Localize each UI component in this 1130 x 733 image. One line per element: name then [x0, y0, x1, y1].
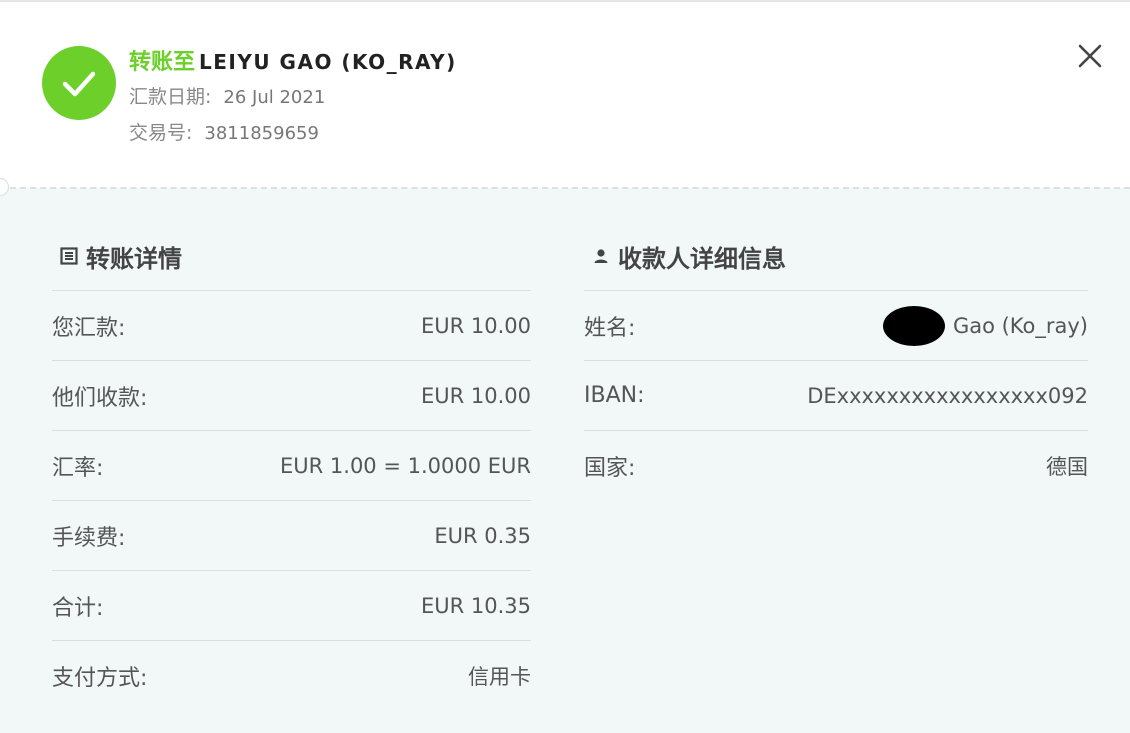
detail-row-total: 合计: EUR 10.35 [52, 571, 531, 641]
row-label: 国家: [584, 455, 636, 481]
row-label: IBAN: [584, 383, 645, 408]
recipient-row-country: 国家: 德国 [584, 431, 1088, 500]
row-label: 汇率: [52, 455, 104, 481]
redaction-scribble [882, 305, 945, 346]
person-icon [592, 247, 610, 265]
row-label: 手续费: [52, 525, 126, 551]
row-value: Gao (Ko_ray) [882, 305, 1088, 346]
row-value: EUR 10.00 [420, 313, 531, 338]
row-value: EUR 10.35 [420, 593, 531, 618]
detail-row-fee: 手续费: EUR 0.35 [52, 501, 531, 571]
recipient-row-iban: IBAN: DExxxxxxxxxxxxxxxxx092 [584, 361, 1088, 431]
dashed-divider [0, 187, 1130, 189]
row-value: EUR 0.35 [434, 523, 531, 548]
transfer-date: 汇款日期: 26 Jul 2021 [129, 85, 325, 110]
row-label: 姓名: [584, 315, 636, 341]
transfer-details-heading: 转账详情 [52, 236, 531, 276]
recipient-details-heading: 收款人详细信息 [584, 236, 1088, 276]
transfer-title: 转账至 LEIYU GAO (KO_RAY) [129, 48, 457, 77]
recipient-details-rows: 姓名: Gao (Ko_ray) IBAN: DExxxxxxxxxxxxxxxx… [584, 290, 1088, 500]
detail-row-received: 他们收款: EUR 10.00 [52, 361, 531, 431]
recipient-name-value: Gao (Ko_ray) [952, 313, 1088, 338]
transfer-details-rows: 您汇款: EUR 10.00 他们收款: EUR 10.00 汇率: EUR 1.00… [52, 290, 531, 710]
transaction-number: 交易号: 3811859659 [129, 121, 319, 146]
txn-label: 交易号: [129, 122, 193, 144]
txn-value: 3811859659 [204, 123, 319, 144]
transfer-details-title: 转账详情 [86, 244, 182, 273]
row-label: 支付方式: [52, 665, 148, 691]
recipient-row-name: 姓名: Gao (Ko_ray) [584, 291, 1088, 361]
date-label: 汇款日期: [129, 86, 212, 108]
transfer-title-prefix: 转账至 [129, 50, 196, 75]
recipient-details-title: 收款人详细信息 [618, 244, 786, 273]
document-list-icon [60, 247, 78, 265]
details-panel: 转账详情 您汇款: EUR 10.00 他们收款: EUR 10.00 汇率: EUR… [0, 188, 1130, 733]
row-label: 合计: [52, 595, 104, 621]
close-icon[interactable] [1072, 38, 1108, 74]
row-value: 德国 [1046, 454, 1088, 479]
date-value: 26 Jul 2021 [223, 87, 326, 108]
detail-row-payment-method: 支付方式: 信用卡 [52, 641, 531, 710]
row-value: DExxxxxxxxxxxxxxxxx092 [807, 383, 1088, 408]
row-value: EUR 1.00 = 1.0000 EUR [280, 453, 531, 478]
row-label: 您汇款: [52, 315, 126, 341]
detail-row-rate: 汇率: EUR 1.00 = 1.0000 EUR [52, 431, 531, 501]
recipient-name: LEIYU GAO (KO_RAY) [199, 50, 457, 74]
row-value: 信用卡 [468, 664, 531, 689]
receipt-header: 转账至 LEIYU GAO (KO_RAY) 汇款日期: 26 Jul 2021 交… [0, 4, 1130, 190]
detail-row-sent: 您汇款: EUR 10.00 [52, 291, 531, 361]
check-circle-icon [42, 46, 116, 120]
row-value: EUR 10.00 [420, 383, 531, 408]
row-label: 他们收款: [52, 385, 148, 411]
